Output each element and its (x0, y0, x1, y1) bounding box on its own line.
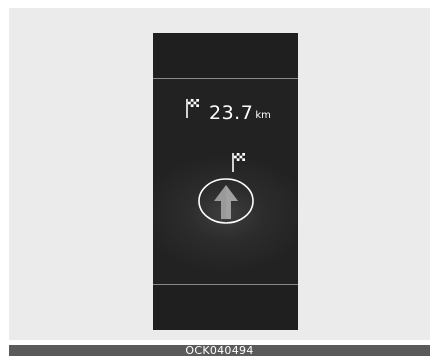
cluster-display: 23.7 km (153, 33, 298, 330)
straight-arrow-icon (197, 177, 255, 229)
checkered-flag-icon (185, 97, 201, 123)
figure-code: OCK040494 (185, 344, 254, 357)
display-bottom-band (153, 285, 298, 330)
distance-unit: km (255, 110, 271, 121)
display-top-band (153, 33, 298, 78)
distance-readout: 23.7 km (185, 99, 271, 124)
figure-panel: 23.7 km (9, 8, 430, 340)
distance-value: 23.7 (209, 102, 254, 124)
figure-caption-bar: OCK040494 (9, 345, 430, 356)
destination-flag-icon (231, 151, 247, 177)
